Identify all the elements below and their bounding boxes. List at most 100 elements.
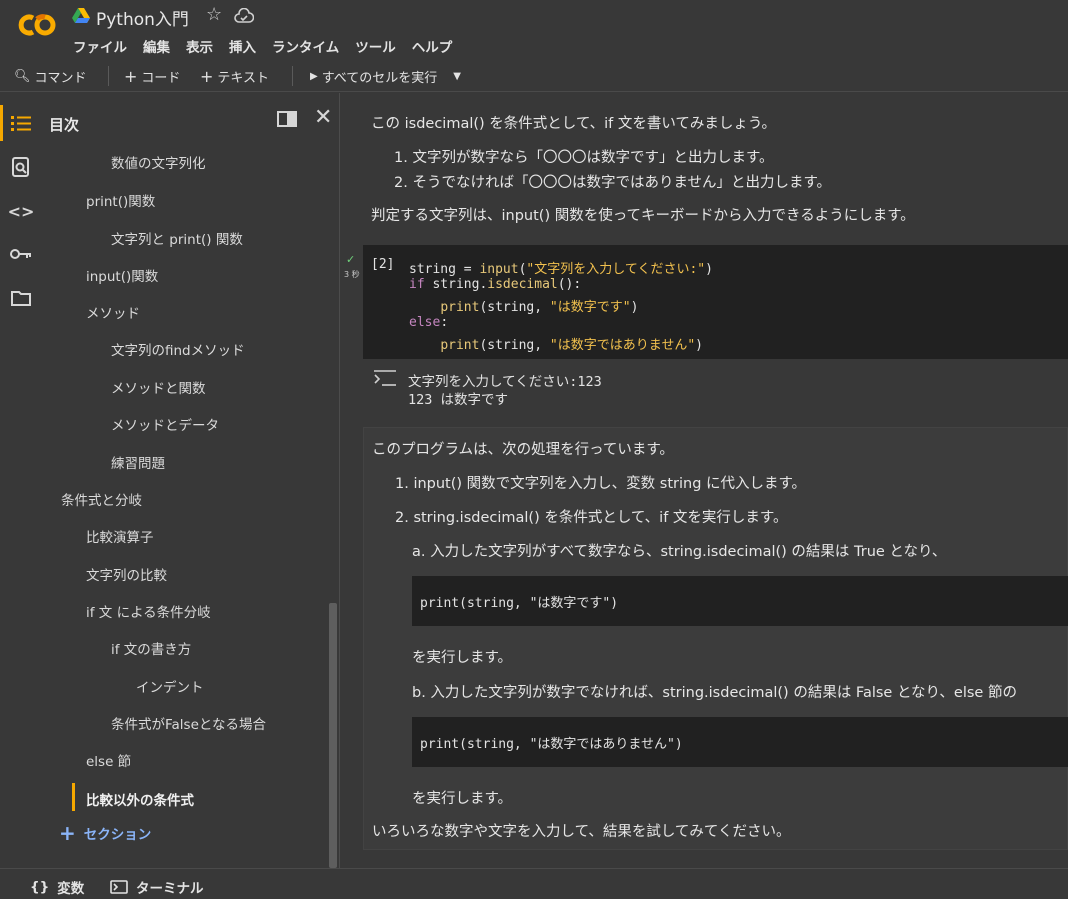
braces-icon: {} — [30, 879, 50, 895]
toc-title: 目次 — [49, 116, 80, 134]
code-text: print(string, "は数字です") — [420, 596, 619, 611]
code-text: print(string, "は数字ではありません") — [420, 737, 683, 752]
colab-logo[interactable] — [14, 10, 58, 40]
list-item: 1. input() 関数で文字列を入力し、変数 string に代入します。 — [395, 476, 807, 492]
markdown-cell[interactable]: この isdecimal() を条件式として、if 文を書いてみましょう。 1.… — [363, 93, 1068, 233]
variables-label: 変数 — [57, 881, 85, 897]
open-in-tab-icon[interactable] — [277, 111, 297, 127]
toc-item[interactable]: 文字列の比較 — [86, 564, 167, 584]
cloud-saved-icon[interactable] — [234, 8, 254, 24]
notebook-main: この isdecimal() を条件式として、if 文を書いてみましょう。 1.… — [341, 93, 1068, 868]
code-line: if string.isdecimal(): — [409, 277, 582, 292]
list-item: 2. string.isdecimal() を条件式として、if 文を実行します… — [395, 510, 788, 526]
toolbar: 🔍︎ コマンド + コード + テキスト ▶ すべてのセルを実行 ▼ — [0, 62, 1068, 92]
add-code-label: コード — [141, 71, 181, 86]
variables-button[interactable]: {} 変数 — [30, 877, 84, 897]
toolbar-divider — [292, 66, 293, 86]
menu-view[interactable]: 表示 — [186, 36, 213, 56]
toc-item[interactable]: 比較演算子 — [86, 526, 154, 546]
code-block: print(string, "は数字です") — [412, 576, 1068, 626]
add-code-button[interactable]: + コード — [124, 67, 180, 86]
add-section-label: セクション — [83, 827, 152, 843]
markdown-cell[interactable]: このプログラムは、次の処理を行っています。 1. input() 関数で文字列を… — [363, 427, 1068, 850]
menu-help[interactable]: ヘルプ — [412, 36, 453, 56]
code-line: else: — [409, 315, 449, 330]
terminal-icon — [110, 880, 128, 894]
toc-item[interactable]: else 節 — [86, 750, 131, 770]
output-line: 文字列を入力してください:123 — [408, 374, 602, 390]
toc-scrollbar[interactable] — [329, 603, 337, 868]
sub-list-item: b. 入力した文字列が数字でなければ、string.isdecimal() の結… — [412, 685, 1017, 701]
table-of-contents-icon[interactable] — [10, 113, 32, 135]
cell-text: 判定する文字列は、input() 関数を使ってキーボードから入力できるようにしま… — [371, 208, 915, 224]
notebook-title[interactable]: Python入門 — [96, 5, 189, 30]
add-text-button[interactable]: + テキスト — [200, 67, 269, 86]
menu-bar: ファイル 編集 表示 挿入 ランタイム ツール ヘルプ — [73, 36, 452, 56]
cell-text: を実行します。 — [412, 650, 513, 666]
toc-active-indicator — [72, 783, 75, 811]
star-icon[interactable]: ☆ — [206, 4, 222, 25]
run-time: 3 秒 — [344, 270, 360, 279]
cell-text: いろいろな数字や文字を入力して、結果を試してみてください。 — [372, 824, 791, 840]
menu-file[interactable]: ファイル — [73, 36, 127, 56]
active-indicator — [0, 105, 3, 141]
toc-item[interactable]: メソッド — [86, 302, 140, 322]
side-rail: <> — [0, 93, 40, 868]
code-line: string = input("文字列を入力してください:") — [409, 262, 713, 277]
run-all-label: すべてのセルを実行 — [321, 71, 438, 86]
plus-icon: + — [200, 67, 214, 86]
header: Python入門 ☆ ファイル 編集 表示 挿入 ランタイム ツール ヘルプ — [0, 0, 1068, 60]
toc-item-active[interactable]: 比較以外の条件式 — [86, 789, 194, 809]
find-replace-icon[interactable] — [10, 156, 32, 178]
toc-item[interactable]: if 文の書き方 — [111, 638, 191, 658]
code-block: print(string, "は数字ではありません") — [412, 717, 1068, 767]
plus-icon: + — [124, 67, 138, 86]
terminal-label: ターミナル — [136, 881, 204, 897]
toc-item[interactable]: インデント — [136, 676, 204, 696]
toc-item[interactable]: if 文 による条件分岐 — [86, 601, 211, 621]
toc-item[interactable]: 文字列のfindメソッド — [111, 339, 245, 359]
sub-list-item: a. 入力した文字列がすべて数字なら、string.isdecimal() の結… — [412, 544, 947, 560]
code-line: print(string, "は数字ではありません") — [440, 338, 703, 353]
menu-tools[interactable]: ツール — [355, 36, 396, 56]
menu-insert[interactable]: 挿入 — [229, 36, 256, 56]
close-icon[interactable]: ✕ — [314, 105, 332, 130]
toc-item[interactable]: 練習問題 — [111, 452, 165, 472]
key-icon[interactable] — [10, 243, 32, 265]
status-bar: {} 変数 ターミナル — [0, 868, 1068, 899]
command-palette-button[interactable]: 🔍︎ コマンド — [14, 67, 87, 86]
run-all-button[interactable]: ▶ すべてのセルを実行 ▼ — [310, 67, 461, 86]
toc-item[interactable]: メソッドと関数 — [111, 377, 206, 397]
search-icon: 🔍︎ — [14, 69, 31, 84]
execution-count[interactable]: [2] — [371, 257, 394, 272]
chevron-down-icon[interactable]: ▼ — [453, 71, 461, 82]
toc-item[interactable]: 条件式がFalseとなる場合 — [111, 713, 266, 733]
code-line: print(string, "は数字です") — [440, 300, 639, 315]
toc-item[interactable]: 文字列と print() 関数 — [111, 228, 243, 248]
toc-item[interactable]: メソッドとデータ — [111, 414, 219, 434]
list-item: 1. 文字列が数字なら「〇〇〇は数字です」と出力します。 — [394, 150, 774, 166]
add-section-button[interactable]: + セクション — [59, 823, 151, 843]
list-item: 2. そうでなければ「〇〇〇は数字ではありません」と出力します。 — [394, 175, 832, 191]
cell-text: この isdecimal() を条件式として、if 文を書いてみましょう。 — [371, 116, 777, 132]
add-text-label: テキスト — [217, 71, 270, 86]
table-of-contents-panel: 目次 ✕ 数値の文字列化 print()関数 文字列と print() 関数 i… — [40, 93, 340, 868]
terminal-button[interactable]: ターミナル — [110, 877, 204, 897]
cell-text: このプログラムは、次の処理を行っています。 — [372, 442, 674, 458]
toolbar-divider — [108, 66, 109, 86]
toc-item[interactable]: 数値の文字列化 — [111, 152, 206, 172]
output-actions-icon[interactable] — [374, 370, 396, 386]
toc-item[interactable]: 条件式と分岐 — [61, 489, 142, 509]
code-cell[interactable]: [2] string = input("文字列を入力してください:") if s… — [363, 245, 1068, 359]
output-line: 123 は数字です — [408, 392, 509, 408]
toc-item[interactable]: input()関数 — [86, 265, 158, 285]
play-icon: ▶ — [310, 71, 318, 82]
command-label: コマンド — [34, 71, 87, 86]
google-drive-icon[interactable] — [72, 8, 90, 24]
menu-runtime[interactable]: ランタイム — [272, 36, 339, 56]
toc-item[interactable]: print()関数 — [86, 190, 155, 210]
code-snippets-icon[interactable]: <> — [8, 200, 35, 222]
menu-edit[interactable]: 編集 — [143, 36, 170, 56]
run-success-icon: ✓ — [346, 253, 356, 266]
folder-icon[interactable] — [10, 287, 32, 309]
